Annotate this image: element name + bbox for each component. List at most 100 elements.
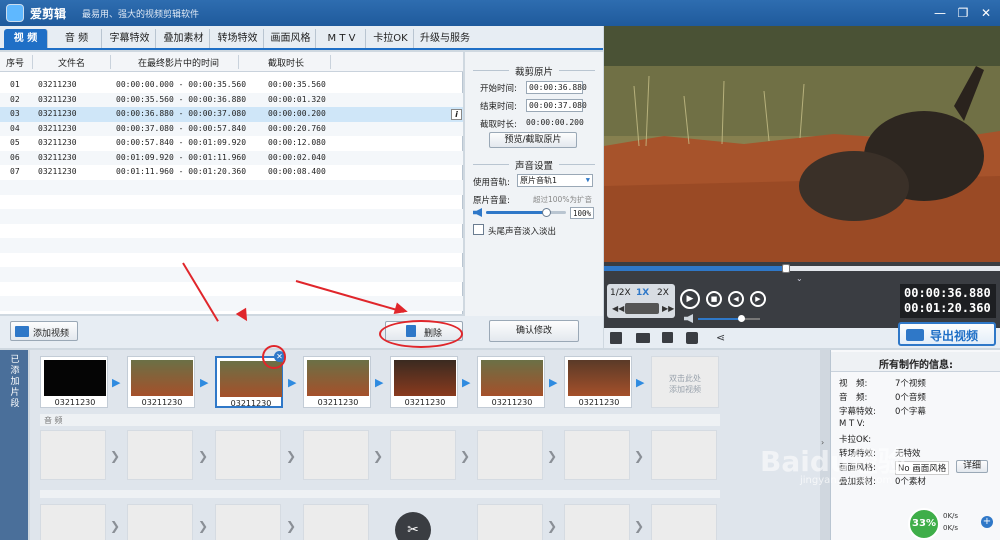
- volume-slider-handle[interactable]: [541, 208, 551, 217]
- audio-slot[interactable]: [651, 504, 717, 540]
- export-button[interactable]: 导出视频: [898, 322, 996, 346]
- save-icon[interactable]: [662, 332, 673, 343]
- table-row[interactable]: 01 03211230 00:00:00.000 - 00:00:35.560 …: [0, 78, 463, 93]
- info-icon[interactable]: i: [451, 109, 462, 120]
- folder-icon[interactable]: [636, 333, 650, 343]
- tab-subtitle-effects[interactable]: 字幕特效: [104, 29, 156, 48]
- preview-cut-button[interactable]: 预览/截取原片: [489, 132, 577, 148]
- screenshot-icon[interactable]: [610, 332, 622, 344]
- table-row[interactable]: 05 03211230 00:00:57.840 - 00:01:09.920 …: [0, 136, 463, 151]
- tab-audio[interactable]: 音 频: [52, 29, 102, 48]
- volume-value[interactable]: 100%: [570, 207, 594, 219]
- add-video-slot[interactable]: 双击此处 添加视频: [651, 356, 719, 408]
- table-header: 序号 文件名 在最终影片中的时间 截取时长: [0, 52, 463, 72]
- tab-upgrade[interactable]: 升级与服务: [416, 29, 474, 48]
- audio-slot[interactable]: [215, 430, 281, 480]
- chevron-down-icon[interactable]: ⌄: [796, 274, 803, 283]
- add-video-button[interactable]: 添加视频: [10, 321, 78, 341]
- start-time-input[interactable]: 00:00:36.880: [526, 81, 587, 94]
- speed-1x[interactable]: 1X: [636, 288, 649, 298]
- row-duration: 00:00:00.200: [268, 109, 326, 118]
- scissors-icon[interactable]: ✂: [395, 512, 431, 540]
- speaker-icon[interactable]: [684, 314, 693, 323]
- edit-icon[interactable]: [686, 332, 698, 344]
- clip-card[interactable]: 03211230: [564, 356, 632, 408]
- tab-video[interactable]: 视 频: [4, 29, 48, 48]
- watermark-main: Baidu经验: [760, 445, 906, 478]
- tab-transition[interactable]: 转场特效: [212, 29, 264, 48]
- row-duration: 00:00:02.040: [268, 152, 326, 162]
- player-volume-track[interactable]: [698, 315, 760, 322]
- tab-mtv[interactable]: M T V: [318, 29, 366, 48]
- row-index: 01: [10, 80, 20, 89]
- audio-slot[interactable]: [40, 504, 106, 540]
- player-volume-handle[interactable]: [738, 315, 746, 322]
- close-button[interactable]: ✕: [978, 5, 994, 21]
- next-frame-icon[interactable]: ▶: [750, 291, 766, 307]
- fade-checkbox[interactable]: [473, 224, 484, 235]
- clip-caption: 03211230: [404, 398, 446, 407]
- step-forward-icon[interactable]: ▶▶: [662, 304, 674, 313]
- clip-card[interactable]: 03211230: [40, 356, 108, 408]
- confirm-button[interactable]: 确认修改: [489, 320, 579, 342]
- speed-panel: 1/2X 1X 2X ◀◀ ▶▶: [607, 284, 675, 318]
- share-icon[interactable]: ⋖: [716, 331, 725, 344]
- step-back-icon[interactable]: ◀◀: [612, 304, 624, 313]
- info-value: 7个视频: [895, 379, 926, 389]
- progress-handle[interactable]: [782, 264, 791, 273]
- chevron-right-icon: ❯: [634, 449, 645, 463]
- audio-slot[interactable]: [651, 430, 717, 480]
- audio-slot[interactable]: [40, 430, 106, 480]
- audio-slot[interactable]: [215, 504, 281, 540]
- audio-slot[interactable]: [390, 430, 456, 480]
- table-row-selected[interactable]: 03 03211230 00:00:36.880 - 00:00:37.080 …: [0, 107, 463, 122]
- clip-card[interactable]: 03211230: [303, 356, 371, 408]
- end-time-input[interactable]: 00:00:37.080: [526, 99, 587, 112]
- audio-slot[interactable]: [303, 430, 369, 480]
- empty-row: [0, 267, 463, 282]
- prev-frame-icon[interactable]: ◀: [728, 291, 744, 307]
- clip-thumbnail: [307, 360, 369, 396]
- header-time[interactable]: 在最终影片中的时间: [138, 56, 219, 69]
- audio-slot[interactable]: [564, 430, 630, 480]
- table-row[interactable]: 04 03211230 00:00:37.080 - 00:00:57.840 …: [0, 121, 463, 136]
- film-plus-icon: [15, 326, 29, 337]
- audio-slot[interactable]: [303, 504, 369, 540]
- audio-track-select[interactable]: 原片音轨1 ▼: [517, 174, 593, 187]
- network-badge[interactable]: 33%: [908, 508, 940, 540]
- table-row[interactable]: 06 03211230 00:01:09.920 - 00:01:11.960 …: [0, 150, 463, 165]
- divider: [473, 164, 509, 165]
- table-row[interactable]: 02 03211230 00:00:35.560 - 00:00:36.880 …: [0, 92, 463, 107]
- play-icon[interactable]: ▶: [680, 289, 700, 309]
- volume-slider-track[interactable]: [486, 208, 566, 217]
- tab-style[interactable]: 画面风格: [266, 29, 316, 48]
- stop-icon[interactable]: ■: [706, 291, 722, 307]
- audio-slot[interactable]: [127, 504, 193, 540]
- audio-slot[interactable]: [127, 430, 193, 480]
- header-index[interactable]: 序号: [6, 56, 24, 69]
- tab-karaoke[interactable]: 卡拉OK: [368, 29, 414, 48]
- header-duration[interactable]: 截取时长: [268, 56, 304, 69]
- audio-slot[interactable]: [477, 430, 543, 480]
- start-time-label: 开始时间:: [480, 84, 517, 94]
- clip-card[interactable]: 03211230: [390, 356, 458, 408]
- header-separator: [238, 55, 239, 69]
- restore-button[interactable]: ❐: [955, 5, 971, 21]
- minimize-button[interactable]: —: [932, 5, 948, 21]
- audio-slot[interactable]: [564, 504, 630, 540]
- plus-icon[interactable]: +: [981, 516, 993, 528]
- tab-overlay[interactable]: 叠加素材: [158, 29, 210, 48]
- detail-button[interactable]: 详细: [956, 460, 988, 473]
- table-row[interactable]: 07 03211230 00:01:11.960 - 00:01:20.360 …: [0, 165, 463, 180]
- upload-speed: 0K/s: [943, 512, 959, 520]
- progress-track[interactable]: [604, 264, 1000, 273]
- row-duration: 00:00:08.400: [268, 167, 326, 176]
- speed-half[interactable]: 1/2X: [610, 288, 631, 298]
- header-filename[interactable]: 文件名: [58, 56, 85, 69]
- clip-card[interactable]: 03211230: [477, 356, 545, 408]
- video-preview[interactable]: [604, 26, 1000, 262]
- audio-slot[interactable]: [477, 504, 543, 540]
- speed-2x[interactable]: 2X: [657, 288, 669, 298]
- clip-card[interactable]: 03211230: [127, 356, 195, 408]
- jog-wheel[interactable]: [625, 303, 659, 314]
